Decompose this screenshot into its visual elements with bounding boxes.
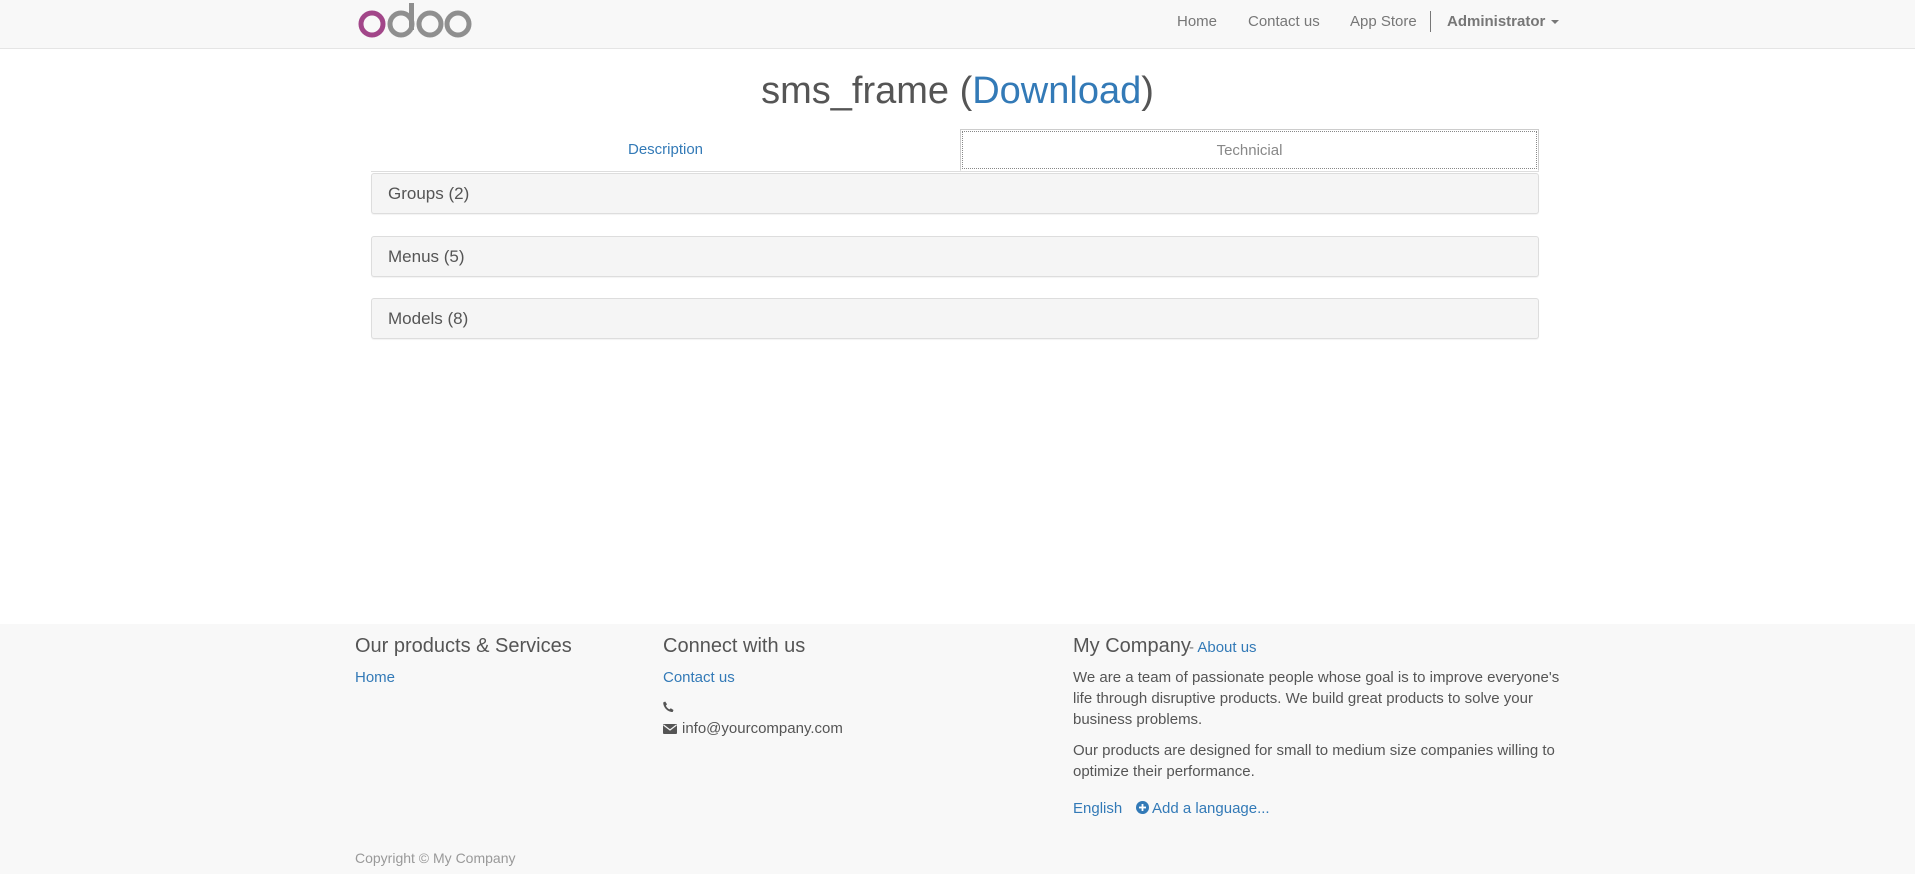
panel-groups[interactable]: Groups (2) bbox=[371, 173, 1539, 214]
nav-contact-link[interactable]: Contact us bbox=[1248, 13, 1320, 30]
footer-contact-link[interactable]: Contact us bbox=[663, 669, 735, 686]
panel-models[interactable]: Models (8) bbox=[371, 298, 1539, 339]
top-navbar: Home Contact us App Store Administrator bbox=[0, 0, 1915, 49]
about-us-group: - About us bbox=[1189, 639, 1257, 656]
download-link[interactable]: Download bbox=[972, 70, 1141, 112]
module-name: sms_frame bbox=[761, 70, 950, 112]
copyright-text: Copyright © My Company bbox=[355, 850, 516, 866]
company-description-1: We are a team of passionate people whose… bbox=[1073, 669, 1560, 728]
odoo-logo[interactable] bbox=[358, 2, 472, 39]
plus-circle-icon bbox=[1136, 801, 1149, 814]
footer-email: info@yourcompany.com bbox=[682, 720, 843, 737]
page-title: sms_frame (Download) bbox=[0, 68, 1915, 114]
about-us-link[interactable]: About us bbox=[1197, 639, 1256, 656]
user-name: Administrator bbox=[1447, 13, 1546, 30]
nav-divider bbox=[1430, 11, 1431, 32]
nav-home-link[interactable]: Home bbox=[1177, 13, 1217, 30]
panel-models-title: Models (8) bbox=[388, 309, 469, 328]
title-close-paren: ) bbox=[1141, 70, 1154, 112]
add-language-link[interactable]: Add a language... bbox=[1136, 800, 1270, 817]
footer-home-link[interactable]: Home bbox=[355, 669, 395, 686]
envelope-icon bbox=[663, 722, 677, 734]
panel-menus-title: Menus (5) bbox=[388, 247, 465, 266]
panel-groups-title: Groups (2) bbox=[388, 184, 470, 203]
caret-down-icon bbox=[1551, 20, 1560, 25]
footer-products-heading: Our products & Services bbox=[355, 635, 572, 657]
nav-app-store-link[interactable]: App Store bbox=[1350, 13, 1417, 30]
title-open-paren: ( bbox=[949, 70, 973, 112]
footer: Our products & Services Home Connect wit… bbox=[0, 624, 1915, 874]
company-description-2: Our products are designed for small to m… bbox=[1073, 742, 1555, 780]
footer-company-heading: My Company bbox=[1073, 635, 1191, 657]
tab-technical[interactable]: Technicial bbox=[960, 129, 1539, 171]
language-english-link[interactable]: English bbox=[1073, 800, 1122, 817]
tab-description[interactable]: Description bbox=[371, 129, 960, 171]
panel-menus[interactable]: Menus (5) bbox=[371, 236, 1539, 277]
footer-connect-heading: Connect with us bbox=[663, 635, 806, 657]
tab-underline bbox=[371, 171, 1539, 172]
add-language-label: Add a language... bbox=[1152, 800, 1270, 817]
user-menu-dropdown[interactable]: Administrator bbox=[1447, 13, 1560, 30]
phone-icon bbox=[663, 700, 674, 713]
